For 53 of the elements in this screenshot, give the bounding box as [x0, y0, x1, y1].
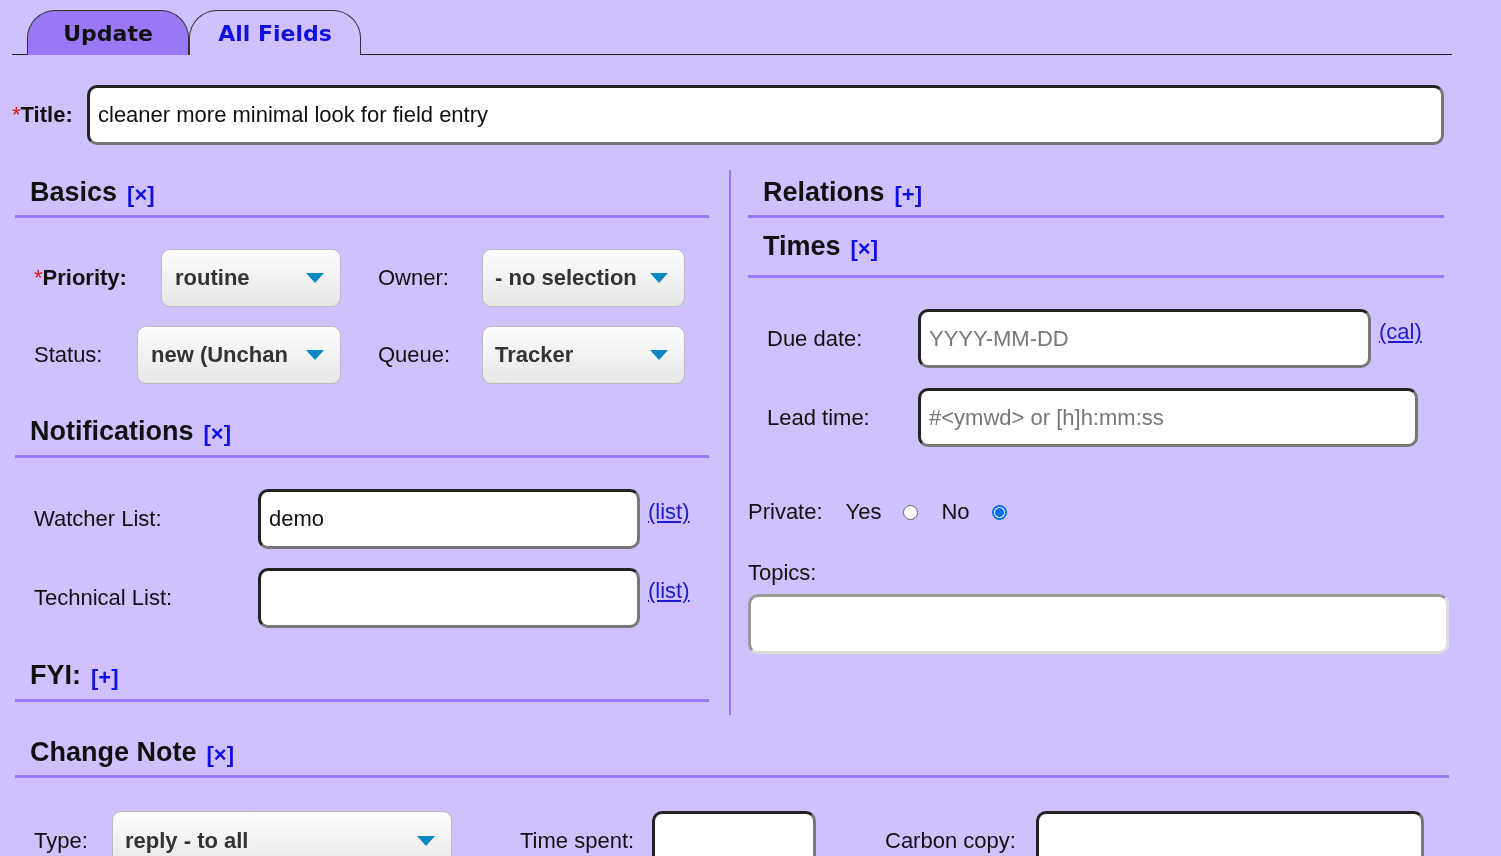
- field-label: Time spent:: [520, 827, 636, 855]
- field-label: Watcher List:: [34, 505, 163, 533]
- section-heading: FYI:: [30, 660, 81, 691]
- field-label: Owner:: [378, 265, 449, 291]
- select-dropdown[interactable]: new (Unchan: [137, 326, 341, 384]
- field-label: *Priority:: [34, 265, 127, 291]
- section-heading: Relations: [763, 177, 885, 208]
- input-field[interactable]: [258, 568, 640, 628]
- section-heading: Notifications: [30, 416, 194, 447]
- section-heading: Times: [763, 231, 841, 262]
- field-label: Technical List:: [34, 584, 174, 612]
- collapse-toggle[interactable]: [×]: [206, 741, 234, 768]
- select-dropdown[interactable]: reply - to all: [112, 811, 452, 856]
- tab[interactable]: Update: [27, 10, 189, 55]
- tab[interactable]: All Fields: [189, 10, 361, 55]
- field-label: Queue:: [378, 342, 451, 368]
- title-label: *Title:: [12, 102, 74, 128]
- radio-button[interactable]: [991, 504, 1007, 520]
- calendar-link[interactable]: (cal): [1379, 319, 1422, 345]
- field-label: Status:: [34, 342, 103, 368]
- field-label: Carbon copy:: [885, 827, 1017, 855]
- list-link[interactable]: (list): [648, 578, 690, 604]
- select-dropdown[interactable]: Tracker: [482, 326, 685, 384]
- collapse-toggle[interactable]: [×]: [127, 181, 155, 208]
- option-label: Yes: [845, 499, 882, 525]
- input-field[interactable]: #<ymwd> or [h]h:mm:ss: [918, 388, 1418, 447]
- expand-toggle[interactable]: [+]: [91, 664, 119, 691]
- select-dropdown[interactable]: - no selection: [482, 249, 685, 307]
- caret-icon: [650, 273, 668, 283]
- caret-icon: [306, 350, 324, 360]
- expand-toggle[interactable]: [+]: [894, 181, 923, 208]
- title-field[interactable]: cleaner more minimal look for field entry: [87, 85, 1444, 145]
- field-label: Topics:: [748, 560, 818, 586]
- collapse-toggle[interactable]: [×]: [850, 235, 879, 262]
- caret-icon: [417, 836, 435, 846]
- caret-icon: [306, 273, 324, 283]
- section-heading: Change Note: [30, 737, 197, 768]
- input-field[interactable]: demo: [258, 489, 640, 549]
- option-label: No: [941, 499, 970, 525]
- section-heading: Basics: [30, 177, 118, 208]
- collapse-toggle[interactable]: [×]: [203, 420, 231, 447]
- field-label: Lead time:: [767, 404, 871, 432]
- caret-icon: [650, 350, 668, 360]
- select-dropdown[interactable]: routine: [161, 249, 341, 307]
- input-field[interactable]: [652, 811, 816, 856]
- radio-button[interactable]: [903, 504, 919, 520]
- field-label: Due date:: [767, 325, 864, 353]
- field-label: Private:: [748, 499, 823, 525]
- list-link[interactable]: (list): [648, 499, 690, 525]
- topics-field[interactable]: [748, 594, 1449, 654]
- input-field[interactable]: [1036, 811, 1424, 856]
- input-field[interactable]: YYYY-MM-DD: [918, 309, 1371, 368]
- field-label: Type:: [34, 827, 89, 855]
